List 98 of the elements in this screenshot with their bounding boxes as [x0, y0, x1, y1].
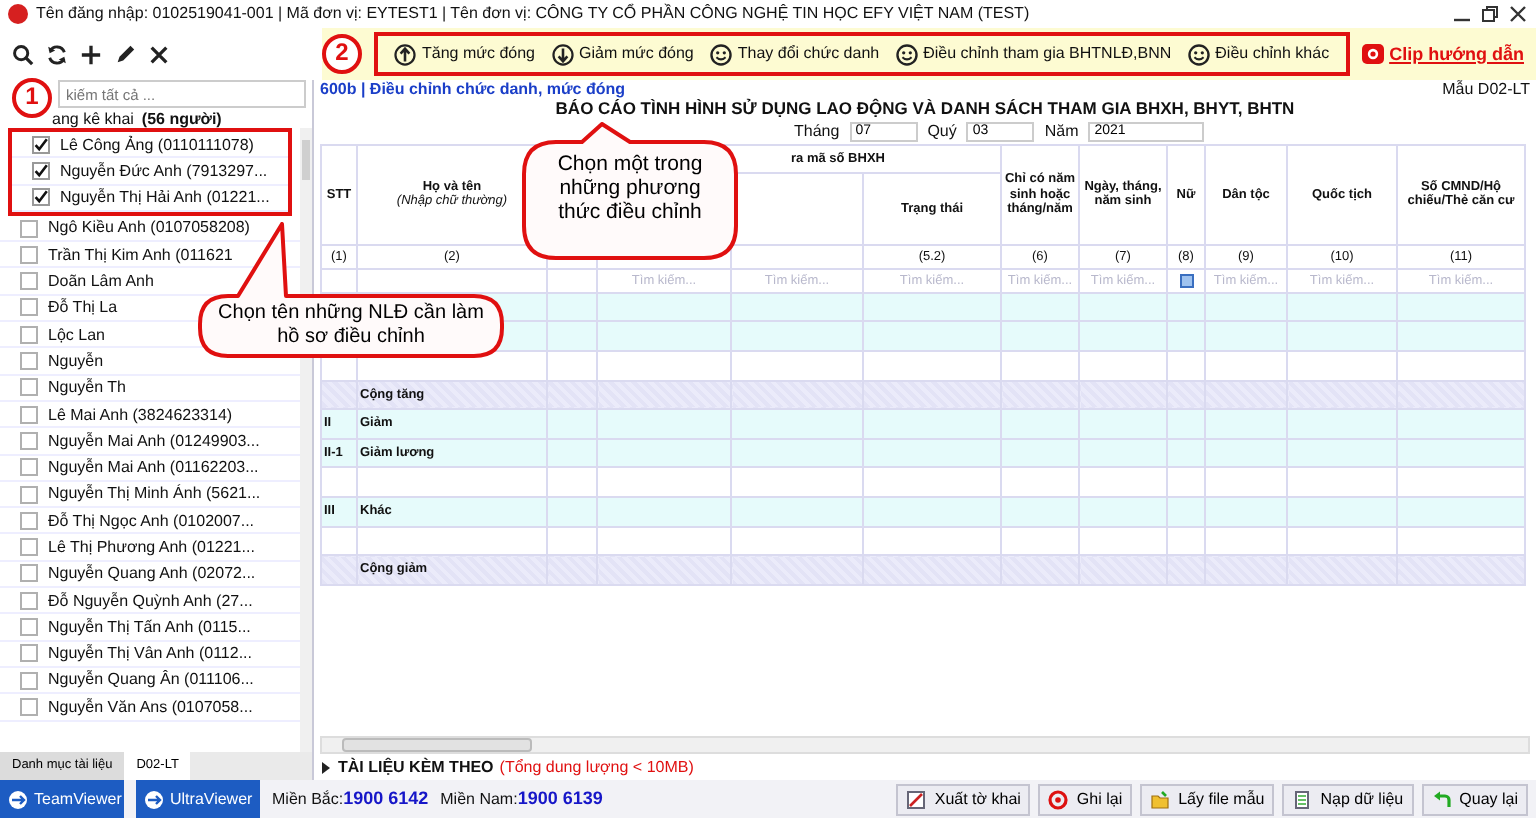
taskbar-button[interactable]: TeamViewer [0, 780, 124, 818]
record-icon [1048, 789, 1069, 809]
smiley-icon [895, 43, 918, 65]
restore-icon[interactable] [1480, 4, 1500, 24]
employee-item[interactable]: Trần Thị Kim Anh (011621 [48, 245, 233, 264]
callout-text: Chọn tên những NLĐ cần làm hồ sơ điều chỉnh [216, 302, 486, 348]
action-button[interactable]: Lấy file mẫu [1140, 783, 1275, 815]
employee-item[interactable]: Lê Thị Phương Anh (01221... [48, 538, 255, 557]
checkbox[interactable] [20, 485, 38, 503]
adjust-button[interactable]: Điều chỉnh tham gia BHTNLĐ,BNN [887, 38, 1180, 70]
adjust-button[interactable]: Thay đổi chức danh [701, 38, 888, 70]
checkbox-checked[interactable] [32, 135, 50, 154]
action-button[interactable]: Ghi lại [1038, 783, 1133, 815]
period-label: Quý [927, 122, 957, 141]
employee-item[interactable]: Doãn Lâm Anh [48, 272, 154, 291]
period-label: Năm [1044, 122, 1079, 141]
step-number: 2 [322, 34, 362, 74]
adjust-button[interactable]: Giảm mức đóng [543, 38, 702, 70]
folder-icon [1150, 789, 1171, 809]
adjust-button[interactable]: Điều chỉnh khác [1179, 38, 1338, 70]
period-label: Tháng [794, 122, 840, 141]
logo-icon [8, 4, 28, 24]
checkbox[interactable] [20, 325, 38, 344]
close-icon[interactable] [1508, 4, 1528, 24]
checkbox-checked[interactable] [32, 161, 50, 180]
employee-item[interactable]: Nguyễn Quang Ân (011106... [48, 670, 254, 690]
search-icon[interactable] [12, 43, 34, 65]
checkbox[interactable] [20, 298, 38, 317]
checkbox[interactable] [20, 564, 38, 583]
employee-item[interactable]: Nguyễn Thị Tấn Anh (0115... [48, 617, 251, 637]
checkbox[interactable] [20, 378, 38, 397]
employee-item[interactable]: Nguyễn Th [48, 378, 126, 397]
checkbox[interactable] [20, 617, 38, 636]
employee-item[interactable]: Ngô Kiều Anh (0107058208) [48, 218, 250, 238]
form-code: Mẫu D02-LT [1442, 80, 1530, 100]
action-button[interactable]: Xuất tờ khai [896, 783, 1031, 815]
employee-item[interactable]: Lê Công Ảng (0110111078) [60, 135, 254, 154]
checkbox-checked[interactable] [32, 188, 50, 207]
window-title: Tên đăng nhập: 0102519041-001 | Mã đơn vị: EYTEST1 | Tên đơn vị: CÔNG TY CỔ PHẦN CÔNG NGHỆ TIN HỌC EFY VIỆT NAM (TEST) [36, 4, 1032, 24]
report-title: BÁO CÁO TÌNH HÌNH SỬ DỤNG LAO ĐỘNG VÀ DANH SÁCH THAM GIA BHXH, BHYT, BHTN [555, 98, 1295, 118]
section-title: TÀI LIỆU KÈM THEO [338, 757, 494, 777]
checkbox[interactable] [20, 431, 38, 450]
list-header: ang kê khai [52, 109, 134, 128]
size-note: (Tổng dung lượng < 10MB) [499, 757, 694, 777]
plus-icon[interactable] [80, 43, 102, 65]
checkbox[interactable] [20, 591, 38, 610]
checkbox[interactable] [20, 352, 38, 371]
action-button[interactable]: Nạp dữ liệu [1282, 783, 1414, 815]
employee-item[interactable]: Nguyễn Văn Ans (0107058... [48, 697, 253, 716]
app-icon [8, 789, 28, 809]
employee-item[interactable]: Nguyễn Thị Minh Ánh (5621... [48, 484, 261, 504]
pencil-icon[interactable] [114, 43, 136, 65]
employee-item[interactable]: Đỗ Thị La [48, 298, 118, 318]
action-button[interactable]: Quay lại [1421, 783, 1528, 815]
checkbox[interactable] [20, 538, 38, 557]
arrow-down-icon [551, 43, 573, 65]
arrow-up-icon [394, 43, 416, 65]
employee-item[interactable]: Nguyễn Thị Hải Anh (01221... [60, 188, 270, 207]
employee-item[interactable]: Nguyễn Mai Anh (01162203... [48, 458, 259, 477]
video-icon [1361, 44, 1384, 64]
smiley-icon [1187, 43, 1210, 65]
scrollbar[interactable] [320, 736, 1530, 754]
checkbox[interactable] [20, 405, 38, 424]
checkbox[interactable] [20, 458, 38, 477]
employee-item[interactable]: Lê Mai Anh (3824623314) [48, 405, 233, 424]
employee-item[interactable]: Nguyễn [48, 351, 104, 371]
filter-checkbox-icon[interactable] [1179, 273, 1193, 288]
checkbox[interactable] [20, 697, 38, 716]
employee-item[interactable]: Nguyễn Mai Anh (01249903... [48, 431, 260, 450]
return-arrow-icon [1431, 789, 1452, 809]
employee-item[interactable]: Lộc Lan [48, 325, 105, 344]
adjust-button[interactable]: Tăng mức đóng [386, 38, 543, 70]
taskbar-button[interactable]: UltraViewer [136, 780, 260, 818]
caret-right-icon[interactable] [320, 761, 332, 773]
employee-item[interactable]: Nguyễn Thị Vân Anh (0112... [48, 644, 252, 663]
form-subtitle: 600b | Điều chỉnh chức danh, mức đóng [320, 80, 626, 99]
checkbox[interactable] [20, 671, 38, 690]
checkbox[interactable] [20, 644, 38, 663]
refresh-icon[interactable] [46, 43, 68, 65]
hotline-label: Miền Nam: [440, 789, 518, 809]
document-icon [906, 789, 927, 809]
employee-item[interactable]: Nguyễn Đức Anh (7913297... [60, 161, 268, 181]
hotline-number: 1900 6139 [517, 788, 603, 810]
employee-item[interactable]: Đỗ Thị Ngọc Anh (0102007... [48, 511, 255, 530]
hotline-number: 1900 6142 [343, 788, 429, 810]
document-icon [1292, 789, 1313, 809]
checkbox[interactable] [20, 511, 38, 530]
checkbox[interactable] [20, 245, 38, 264]
app-icon [144, 789, 164, 809]
help-video-link[interactable]: Clip hướng dẫn [1361, 43, 1524, 65]
count-link[interactable]: (56 người) [141, 109, 222, 128]
delete-icon[interactable] [148, 43, 170, 65]
smiley-icon [709, 43, 732, 65]
checkbox[interactable] [20, 219, 38, 238]
checkbox[interactable] [20, 272, 38, 291]
employee-item[interactable]: Đỗ Nguyễn Quỳnh Anh (27... [48, 591, 253, 610]
employee-item[interactable]: Nguyễn Quang Anh (02072... [48, 564, 256, 583]
hotline-label: Miền Bắc: [272, 789, 344, 809]
